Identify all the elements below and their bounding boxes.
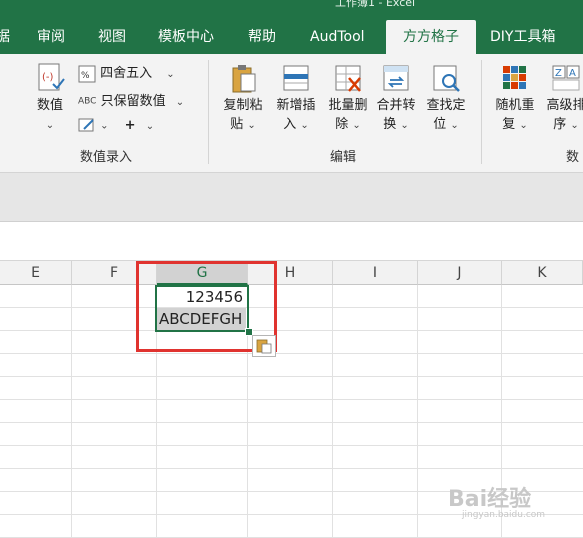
chevron-down-icon: ⌄ — [45, 120, 55, 131]
advanced-sort-button[interactable]: Z A 高级排 序 ⌄ — [540, 62, 583, 135]
merge-convert-label-1: 合并转 — [376, 98, 416, 113]
insert-label-2: 入 — [283, 117, 297, 132]
window-title: 工作簿1 - Excel — [335, 0, 416, 9]
random-repeat-button[interactable]: 随机重 复 ⌄ — [490, 62, 540, 135]
grid-line — [0, 468, 583, 469]
merge-convert-label-2: 换 — [383, 117, 397, 132]
copy-paste-button[interactable]: 复制粘 贴 ⌄ — [217, 62, 269, 135]
tab-review[interactable]: 审阅 — [37, 20, 65, 54]
tab-fangfanggezi[interactable]: 方方格子 — [386, 20, 476, 54]
grid-line — [0, 422, 583, 423]
tab-template-center[interactable]: 模板中心 — [158, 20, 214, 54]
advanced-sort-label-1: 高级排 — [546, 98, 583, 113]
abc-icon: ABC — [78, 96, 97, 107]
chevron-down-icon: ⌄ — [352, 120, 361, 131]
chevron-down-icon: ⌄ — [145, 120, 155, 132]
keep-value-button[interactable]: ABC 只保留数值 ⌄ — [78, 90, 184, 109]
svg-text:Z: Z — [555, 68, 562, 79]
formula-bar-area[interactable] — [0, 173, 583, 222]
group-divider — [208, 60, 209, 164]
chevron-down-icon: ⌄ — [400, 120, 409, 131]
sort-az-icon: Z A — [552, 65, 580, 91]
batch-delete-button[interactable]: 批量删 除 ⌄ — [322, 62, 374, 135]
keep-value-label: 只保留数值 — [100, 94, 166, 109]
grid-line — [71, 285, 72, 538]
watermark-logo: Bai经验 — [448, 487, 532, 512]
ribbon: (-) 数值 ⌄ % 四舍五入 ⌄ ABC 只保留数值 ⌄ ⌄ + ⌄ 数值录入 — [0, 54, 583, 173]
round-label: 四舍五入 — [100, 66, 153, 81]
chevron-down-icon: ⌄ — [450, 120, 459, 131]
insert-label-1: 新增插 — [276, 98, 316, 113]
toolbar-strip — [0, 222, 583, 261]
round-button[interactable]: % 四舍五入 ⌄ — [78, 62, 175, 83]
insert-button[interactable]: 新增插 入 ⌄ — [270, 62, 322, 135]
chevron-down-icon: ⌄ — [175, 97, 185, 108]
grid-line — [0, 330, 583, 331]
clipboard-icon — [232, 65, 256, 93]
random-repeat-label-2: 复 — [502, 117, 516, 132]
find-locate-button[interactable]: 查找定 位 ⌄ — [420, 62, 472, 135]
grid-line — [0, 399, 583, 400]
svg-text:(-): (-) — [42, 72, 54, 83]
chevron-down-icon: ⌄ — [570, 120, 579, 131]
copy-paste-label-2: 贴 — [230, 117, 244, 132]
numeric-label: 数值 — [36, 98, 63, 113]
numeric-button[interactable]: (-) 数值 ⌄ — [28, 62, 72, 135]
batch-delete-label-2: 除 — [335, 117, 349, 132]
svg-text:%: % — [81, 71, 90, 81]
column-header-j[interactable]: J — [418, 261, 502, 285]
find-locate-label-1: 查找定 — [426, 98, 466, 113]
watermark-url: jingyan.baidu.com — [462, 510, 546, 520]
insert-rows-icon — [283, 65, 309, 91]
random-repeat-label-1: 随机重 — [495, 98, 535, 113]
group-label-sort: 数 — [566, 150, 580, 165]
column-header-e[interactable]: E — [0, 261, 72, 285]
grid-line — [0, 376, 583, 377]
grid-line — [332, 285, 333, 538]
tab-audtool[interactable]: AudTool — [310, 20, 365, 54]
group-label-numeric-entry: 数值录入 — [80, 150, 133, 165]
format-button[interactable]: ⌄ + ⌄ — [78, 117, 154, 133]
chevron-down-icon: ⌄ — [100, 120, 109, 132]
find-locate-label-2: 位 — [433, 117, 447, 132]
column-header-k[interactable]: K — [502, 261, 583, 285]
plus-icon[interactable]: + — [125, 118, 136, 133]
tab-diy-toolbox[interactable]: DIY工具箱 — [490, 20, 555, 54]
magnifier-icon — [433, 65, 460, 92]
merge-convert-icon — [383, 65, 409, 91]
column-header-i[interactable]: I — [333, 261, 418, 285]
group-divider — [481, 60, 482, 164]
tab-help[interactable]: 帮助 — [248, 20, 276, 54]
batch-delete-label-1: 批量删 — [328, 98, 368, 113]
chevron-down-icon: ⌄ — [247, 120, 256, 131]
group-label-edit: 编辑 — [330, 150, 357, 165]
tab-view[interactable]: 视图 — [98, 20, 126, 54]
chevron-down-icon: ⌄ — [519, 120, 528, 131]
batch-delete-icon — [335, 65, 361, 92]
chevron-down-icon: ⌄ — [300, 120, 309, 131]
numeric-icon: (-) — [38, 63, 65, 91]
paste-options-icon — [256, 339, 272, 354]
copy-paste-label-1: 复制粘 — [223, 98, 263, 113]
advanced-sort-label-2: 序 — [553, 117, 567, 132]
merge-convert-button[interactable]: 合并转 换 ⌄ — [371, 62, 421, 135]
ribbon-tabs: 据 审阅 视图 模板中心 帮助 AudTool 方方格子 DIY工具箱 — [0, 20, 583, 54]
grid-line — [0, 445, 583, 446]
chevron-down-icon: ⌄ — [166, 69, 175, 80]
grid-line — [0, 353, 583, 354]
tab-data[interactable]: 据 — [0, 20, 10, 54]
svg-text:A: A — [569, 68, 576, 79]
worksheet-grid[interactable]: 123456 ABCDEFGH Bai经验 jingyan.baidu.com — [0, 261, 583, 538]
grid-line — [417, 285, 418, 538]
title-bar: 工作簿1 - Excel — [0, 0, 583, 20]
edit-format-icon — [78, 118, 94, 132]
round-icon: % — [78, 65, 96, 82]
grid-line — [0, 307, 583, 308]
random-icon — [503, 66, 526, 89]
paste-options-button[interactable] — [252, 335, 276, 357]
